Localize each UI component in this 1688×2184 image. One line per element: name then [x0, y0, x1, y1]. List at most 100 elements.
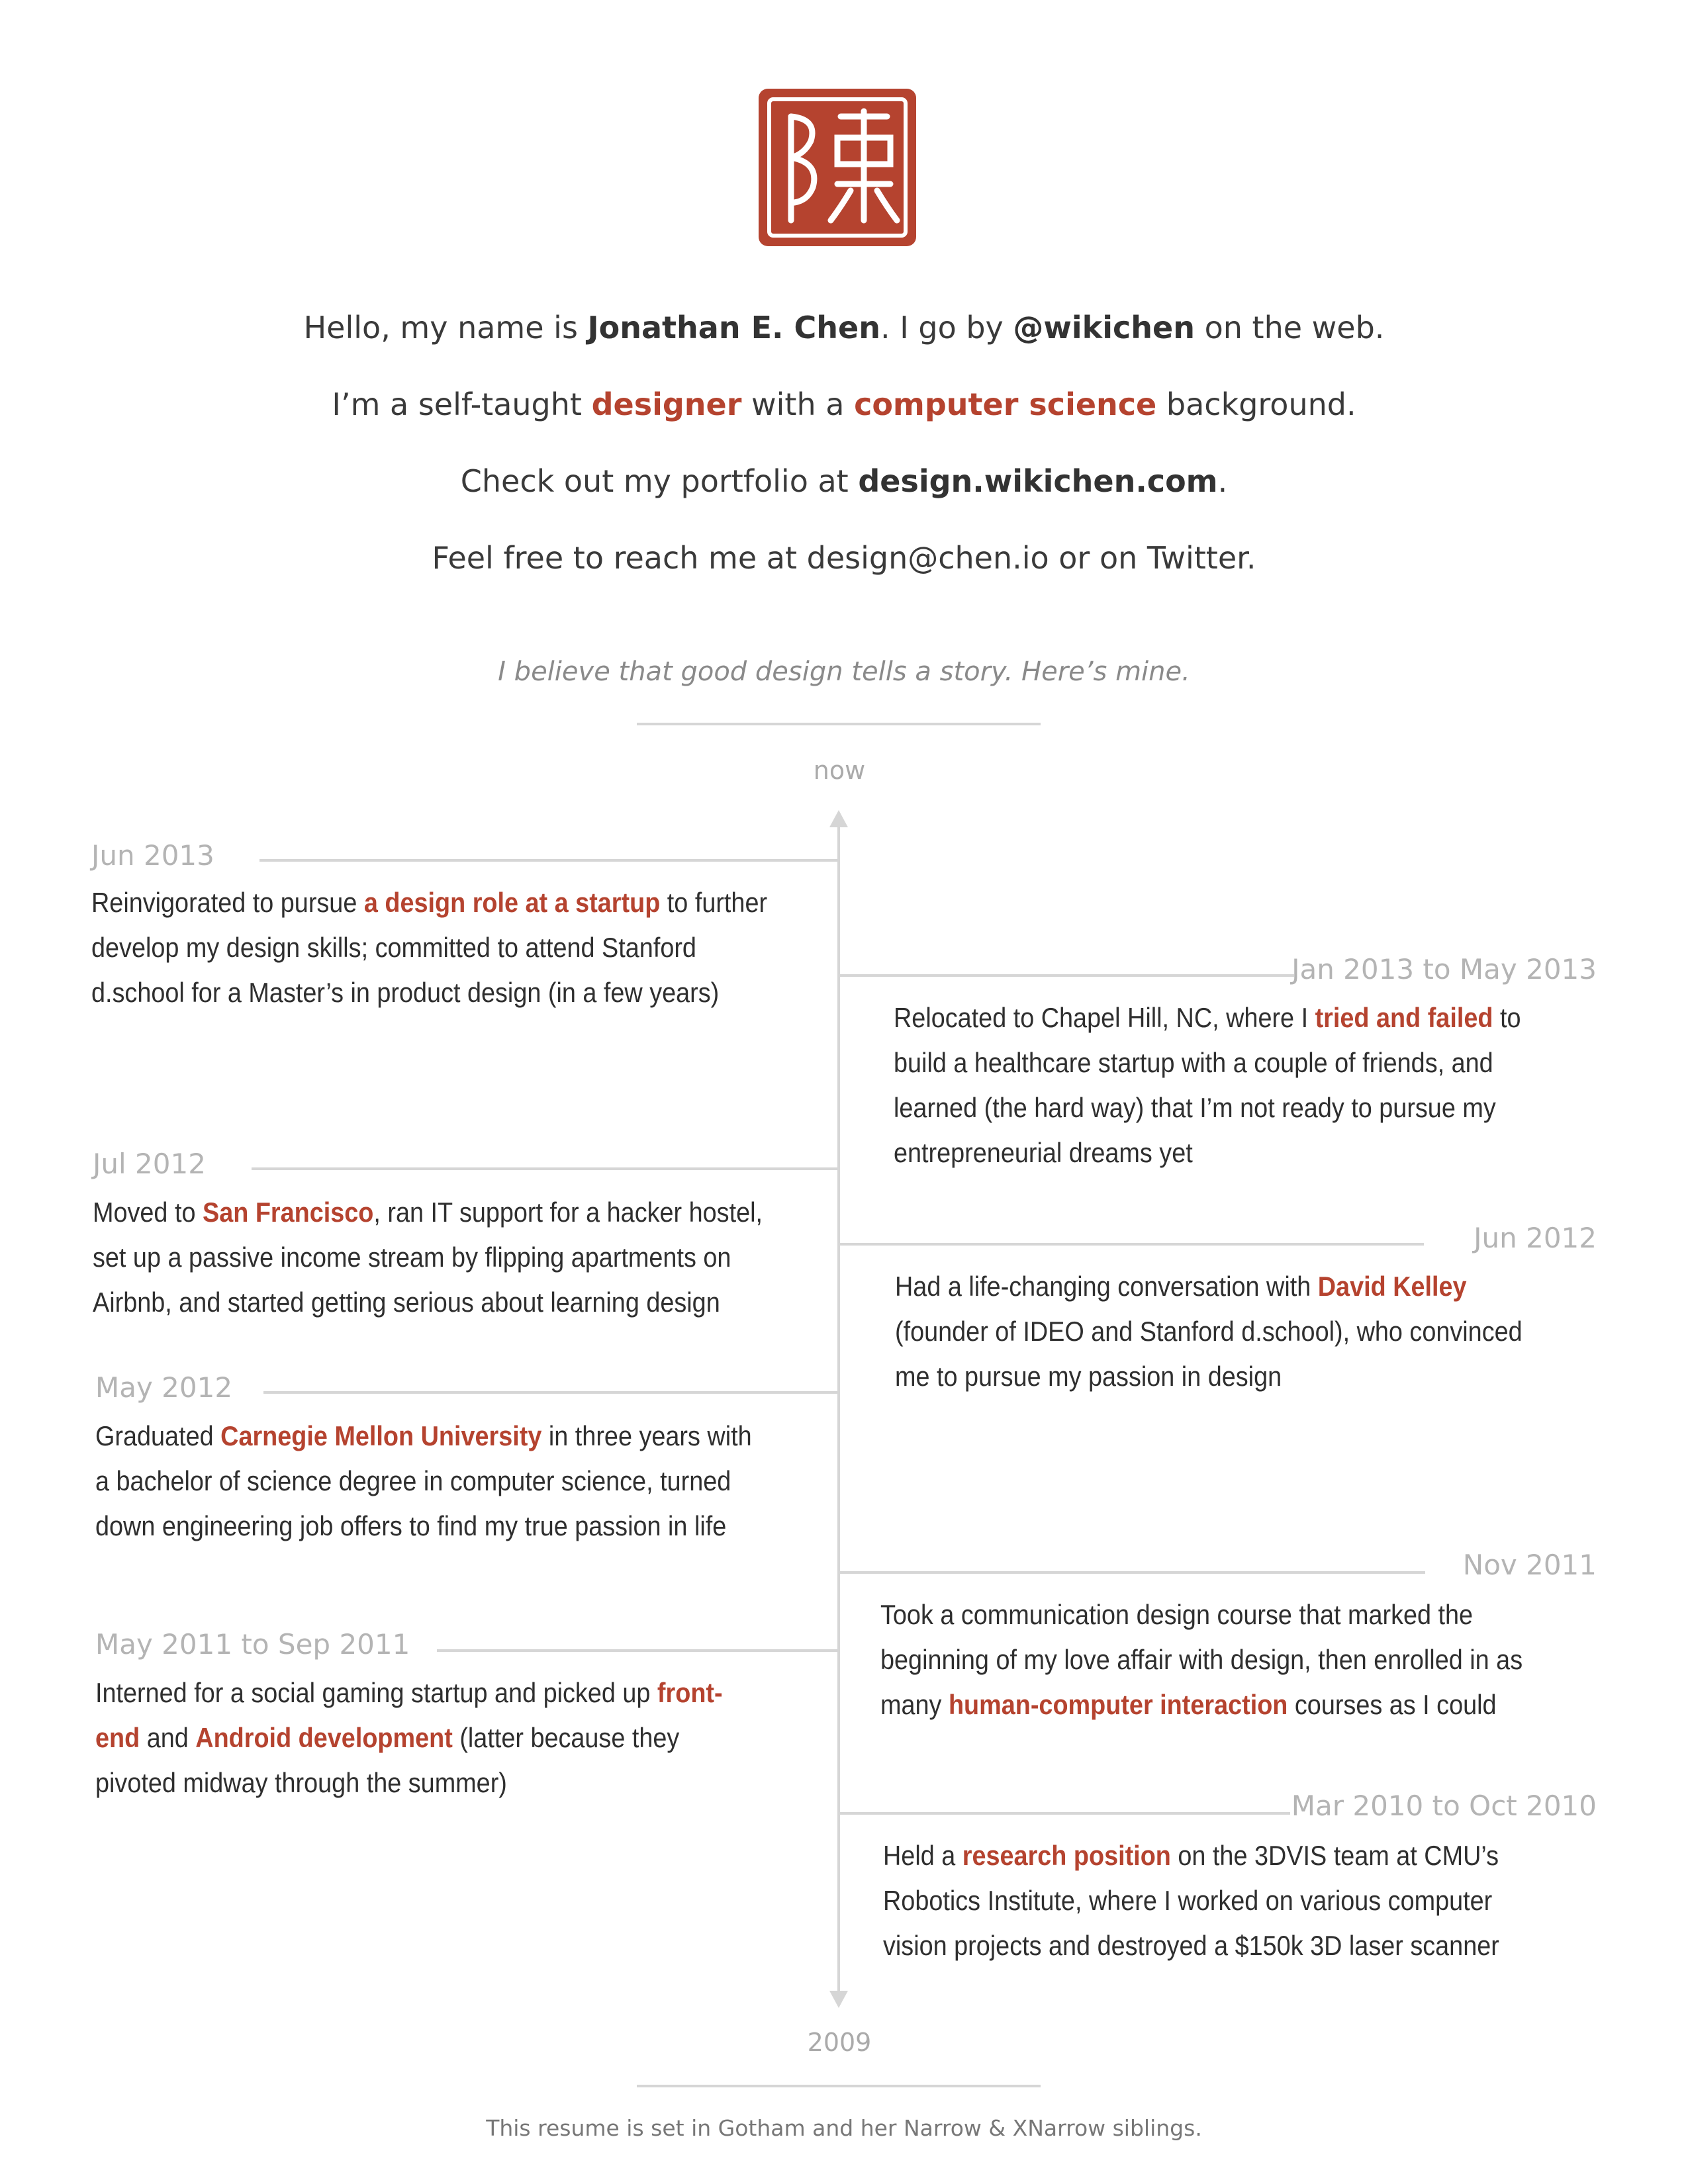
intro-text: .	[1217, 463, 1228, 499]
intro-text: on the web.	[1195, 310, 1385, 345]
plain-text: beginning of my love affair with design,…	[880, 1644, 1523, 1675]
highlight-text: tried and failed	[1315, 1002, 1493, 1033]
entry-date: Jul 2012	[93, 1148, 206, 1180]
highlight-text: David Kelley	[1317, 1271, 1467, 1302]
plain-text: (founder of IDEO and Stanford d.school),…	[895, 1316, 1523, 1347]
entry-date: Jan 2013 to May 2013	[1291, 953, 1597, 985]
description-line: many human-computer interaction courses …	[880, 1682, 1523, 1727]
intro-line-1: Hello, my name is Jonathan E. Chen. I go…	[0, 310, 1688, 345]
entry-description: Moved to San Francisco, ran IT support f…	[93, 1190, 763, 1325]
description-line: me to pursue my passion in design	[895, 1354, 1523, 1399]
highlight-text: San Francisco	[202, 1197, 374, 1228]
plain-text: Relocated to Chapel Hill, NC, where I	[894, 1002, 1315, 1033]
description-line: Relocated to Chapel Hill, NC, where I tr…	[894, 995, 1521, 1040]
highlight-text: end	[95, 1722, 140, 1753]
description-line: Airbnb, and started getting serious abou…	[93, 1280, 763, 1325]
plain-text: me to pursue my passion in design	[895, 1361, 1282, 1392]
axis-down-arrow	[829, 1991, 848, 2008]
timeline-tick	[263, 1391, 837, 1394]
timeline-tick	[259, 859, 837, 862]
plain-text: Held a	[883, 1840, 962, 1871]
plain-text: in three years with	[541, 1420, 752, 1451]
handle: @wikichen	[1013, 310, 1195, 345]
highlight-text: front-	[657, 1677, 723, 1708]
entry-date: May 2011 to Sep 2011	[95, 1628, 410, 1661]
plain-text: Interned for a social gaming startup and…	[95, 1677, 657, 1708]
entry-date: Nov 2011	[1462, 1549, 1597, 1581]
plain-text: (latter because they	[452, 1722, 680, 1753]
designer-highlight: designer	[591, 387, 742, 422]
description-line: Graduated Carnegie Mellon University in …	[95, 1414, 752, 1459]
bottom-divider	[637, 2085, 1041, 2087]
description-line: down engineering job offers to find my t…	[95, 1504, 752, 1549]
entry-description: Reinvigorated to pursue a design role at…	[91, 880, 767, 1015]
top-divider	[637, 723, 1041, 725]
description-line: develop my design skills; committed to a…	[91, 925, 767, 970]
axis-bottom-label: 2009	[807, 2028, 872, 2057]
description-line: vision projects and destroyed a $150k 3D…	[883, 1923, 1499, 1968]
description-line: Had a life-changing conversation with Da…	[895, 1264, 1523, 1309]
plain-text: Robotics Institute, where I worked on va…	[883, 1885, 1493, 1916]
description-line: Took a communication design course that …	[880, 1592, 1523, 1637]
intro-text: background.	[1156, 387, 1356, 422]
intro-text: Check out my portfolio at	[460, 463, 859, 499]
description-line: (founder of IDEO and Stanford d.school),…	[895, 1309, 1523, 1354]
intro-text: with a	[741, 387, 855, 422]
highlight-text: research position	[962, 1840, 1171, 1871]
highlight-text: a design role at a startup	[363, 887, 661, 918]
axis-top-label: now	[813, 756, 866, 785]
intro-line-2: I’m a self-taught designer with a comput…	[0, 387, 1688, 422]
portfolio-link[interactable]: design.wikichen.com	[858, 463, 1217, 499]
intro-line-3: Check out my portfolio at design.wikiche…	[0, 463, 1688, 499]
plain-text: set up a passive income stream by flippi…	[93, 1242, 731, 1273]
description-line: a bachelor of science degree in computer…	[95, 1459, 752, 1504]
seal-logo	[759, 89, 916, 246]
plain-text: to further	[660, 887, 768, 918]
description-line: pivoted midway through the summer)	[95, 1760, 723, 1805]
intro-line-4: Feel free to reach me at design@chen.io …	[432, 540, 1256, 576]
description-line: learned (the hard way) that I’m not read…	[894, 1085, 1521, 1130]
description-line: Held a research position on the 3DVIS te…	[883, 1833, 1499, 1878]
plain-text: Reinvigorated to pursue	[91, 887, 364, 918]
story-tagline: I believe that good design tells a story…	[498, 657, 1190, 687]
plain-text: develop my design skills; committed to a…	[91, 932, 696, 963]
description-line: entrepreneurial dreams yet	[894, 1130, 1521, 1175]
timeline-tick	[437, 1649, 837, 1652]
highlight-text: Carnegie Mellon University	[220, 1420, 542, 1451]
plain-text: a bachelor of science degree in computer…	[95, 1465, 731, 1496]
description-line: Reinvigorated to pursue a design role at…	[91, 880, 767, 925]
timeline-axis	[837, 821, 840, 1996]
plain-text: Took a communication design course that …	[880, 1599, 1474, 1630]
entry-description: Relocated to Chapel Hill, NC, where I tr…	[894, 995, 1521, 1175]
cs-highlight: computer science	[854, 387, 1157, 422]
timeline-tick	[840, 974, 1294, 977]
plain-text: d.school for a Master’s in product desig…	[91, 977, 720, 1008]
axis-up-arrow	[829, 810, 848, 827]
intro-text: . I go by	[880, 310, 1013, 345]
timeline-tick	[840, 1812, 1290, 1815]
plain-text: many	[880, 1689, 949, 1720]
description-line: set up a passive income stream by flippi…	[93, 1235, 763, 1280]
timeline-tick	[840, 1571, 1425, 1574]
plain-text: vision projects and destroyed a $150k 3D…	[883, 1930, 1499, 1961]
description-line: Robotics Institute, where I worked on va…	[883, 1878, 1499, 1923]
plain-text: learned (the hard way) that I’m not read…	[894, 1092, 1496, 1123]
entry-date: Jun 2012	[1474, 1222, 1597, 1254]
entry-description: Graduated Carnegie Mellon University in …	[95, 1414, 752, 1549]
description-line: end and Android development (latter beca…	[95, 1715, 723, 1760]
description-line: beginning of my love affair with design,…	[880, 1637, 1523, 1682]
description-line: build a healthcare startup with a couple…	[894, 1040, 1521, 1085]
plain-text: courses as I could	[1288, 1689, 1497, 1720]
timeline-tick	[840, 1243, 1424, 1246]
plain-text: down engineering job offers to find my t…	[95, 1510, 727, 1541]
description-line: Interned for a social gaming startup and…	[95, 1670, 723, 1715]
entry-date: May 2012	[95, 1371, 233, 1404]
entry-date: Jun 2013	[91, 839, 214, 872]
highlight-text: human-computer interaction	[948, 1689, 1288, 1720]
plain-text: Moved to	[93, 1197, 203, 1228]
plain-text: Airbnb, and started getting serious abou…	[93, 1287, 720, 1318]
plain-text: on the 3DVIS team at CMU’s	[1170, 1840, 1499, 1871]
name: Jonathan E. Chen	[587, 310, 880, 345]
entry-description: Interned for a social gaming startup and…	[95, 1670, 723, 1805]
plain-text: Had a life-changing conversation with	[895, 1271, 1318, 1302]
